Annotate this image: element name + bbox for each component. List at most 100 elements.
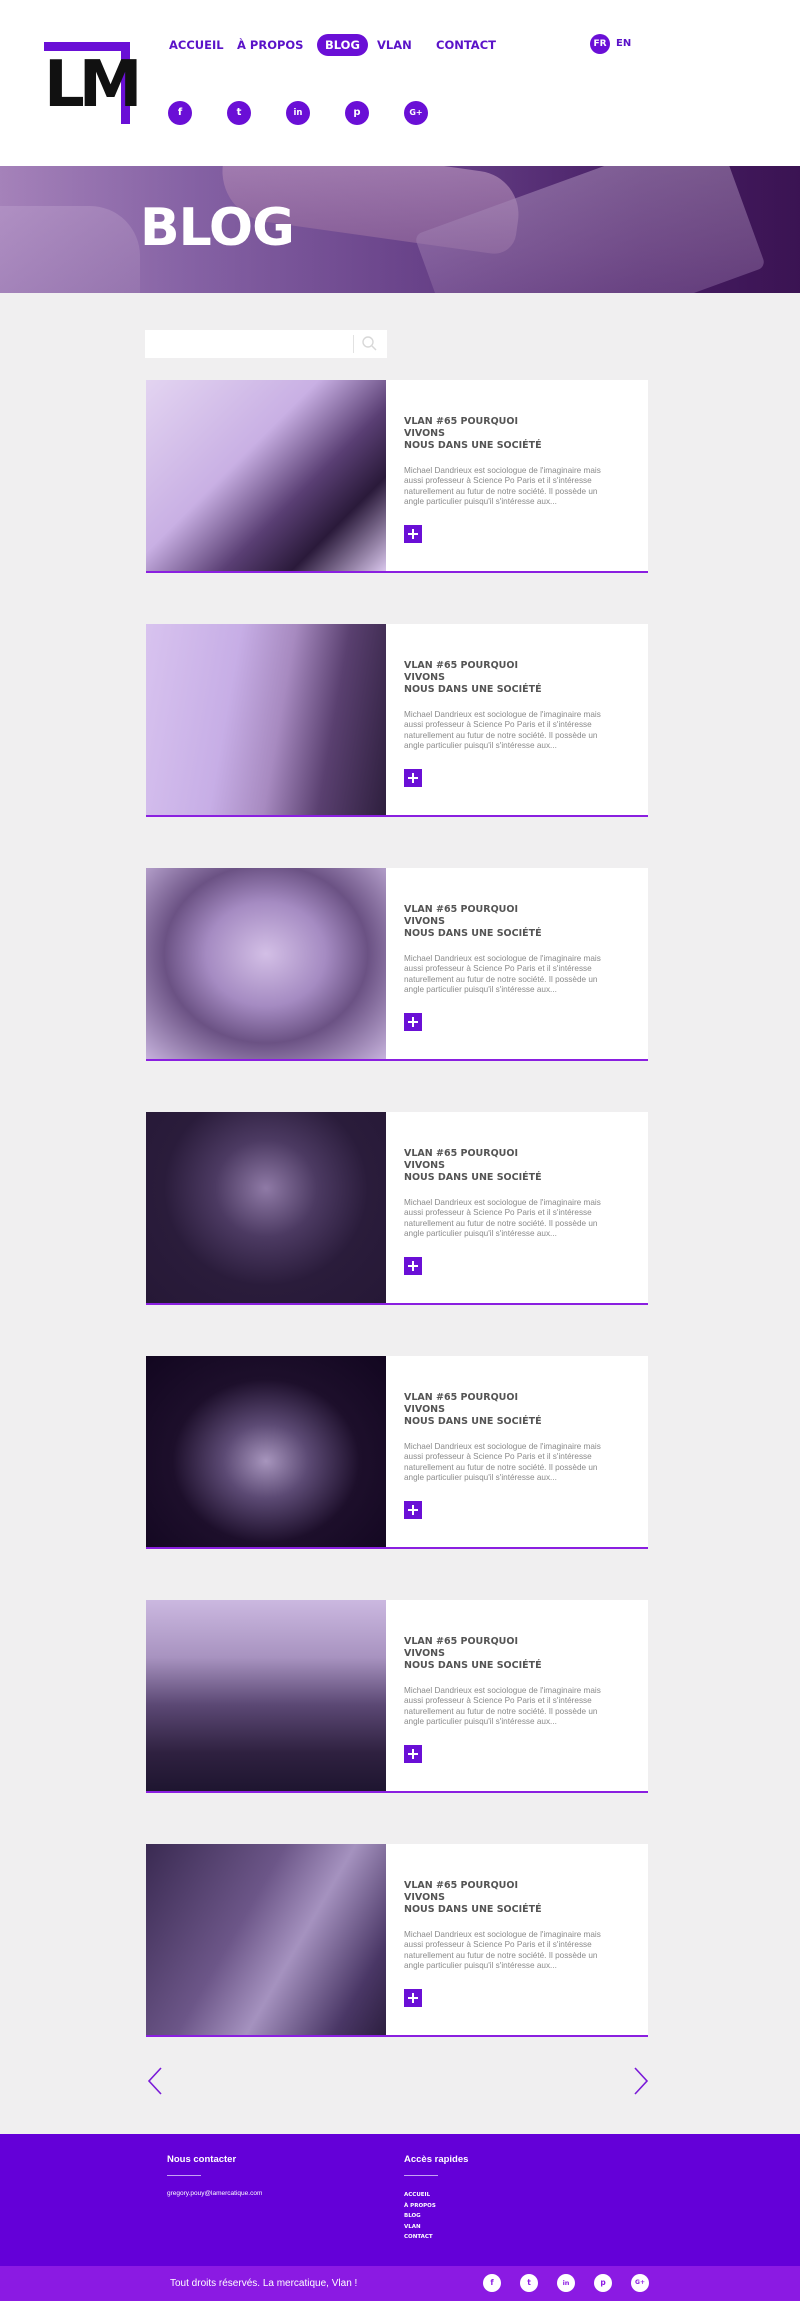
woman-with-glasses-photo[interactable] <box>146 624 386 815</box>
blog-post-card[interactable]: VLAN #65 POURQUOI VIVONS NOUS DANS UNE SOC… <box>146 380 648 573</box>
search-divider <box>353 335 354 353</box>
googleplus-icon[interactable]: G+ <box>631 2274 649 2292</box>
man-with-headphones-photo[interactable] <box>146 380 386 571</box>
blog-post-title-line: NOUS DANS UNE SOCIÉTÉ <box>404 1904 542 1915</box>
logo-text: LM <box>44 48 142 122</box>
blog-post-excerpt: Michael Dandrieux est sociologue de l'im… <box>404 954 601 995</box>
blog-post-excerpt: Michael Dandrieux est sociologue de l'im… <box>404 1686 601 1727</box>
hero-banner: BLOG <box>0 166 800 293</box>
footer-divider <box>404 2175 438 2176</box>
footer-link-accueil[interactable]: ACCUEIL <box>404 2190 468 2201</box>
nav-item-accueil[interactable]: ACCUEIL <box>169 34 224 56</box>
blog-post-title[interactable]: VLAN #65 POURQUOI VIVONS NOUS DANS UNE SOC… <box>404 416 604 452</box>
footer-link-a-propos[interactable]: À PROPOS <box>404 2201 468 2212</box>
blog-post-title-line: VLAN #65 POURQUOI <box>404 1880 518 1891</box>
blog-post-title-line: NOUS DANS UNE SOCIÉTÉ <box>404 1416 542 1427</box>
blog-post-title-line: NOUS DANS UNE SOCIÉTÉ <box>404 1172 542 1183</box>
site-logo[interactable]: LM <box>44 42 142 124</box>
blog-post-text: VLAN #65 POURQUOI VIVONS NOUS DANS UNE SOC… <box>404 1392 604 1484</box>
blog-post-title-line: VIVONS <box>404 1160 445 1171</box>
blog-post-text: VLAN #65 POURQUOI VIVONS NOUS DANS UNE SOC… <box>404 1636 604 1728</box>
man-in-studio-photo[interactable] <box>146 1600 386 1791</box>
search-box[interactable] <box>145 330 387 358</box>
copyright-text: Tout droits réservés. La mercatique, Vla… <box>170 2278 358 2289</box>
young-man-portrait-photo[interactable] <box>146 868 386 1059</box>
next-page-arrow-icon[interactable] <box>630 2066 652 2096</box>
blog-post-card[interactable]: VLAN #65 POURQUOI VIVONS NOUS DANS UNE SOC… <box>146 868 648 1061</box>
woman-portrait-dark-photo[interactable] <box>146 1112 386 1303</box>
read-more-plus-icon[interactable] <box>404 1745 422 1763</box>
previous-page-arrow-icon[interactable] <box>144 2066 166 2096</box>
blog-post-title-line: VIVONS <box>404 916 445 927</box>
footer-link-vlan[interactable]: VLAN <box>404 2222 468 2233</box>
nav-item-vlan[interactable]: VLAN <box>377 34 412 56</box>
blog-post-title-line: VLAN #65 POURQUOI <box>404 660 518 671</box>
blog-post-title[interactable]: VLAN #65 POURQUOI VIVONS NOUS DANS UNE SOC… <box>404 660 604 696</box>
read-more-plus-icon[interactable] <box>404 1989 422 2007</box>
facebook-icon[interactable]: f <box>483 2274 501 2292</box>
blog-post-title-line: VIVONS <box>404 672 445 683</box>
footer-contact: Nous contacter gregory.pouy@lamercatique… <box>167 2154 262 2197</box>
search-icon[interactable] <box>360 334 380 354</box>
twitter-icon[interactable]: t <box>520 2274 538 2292</box>
blog-post-excerpt: Michael Dandrieux est sociologue de l'im… <box>404 466 601 507</box>
footer-quick-links: Accès rapides ACCUEIL À PROPOS BLOG VLAN… <box>404 2154 468 2243</box>
linkedin-icon[interactable]: in <box>286 101 310 125</box>
blog-post-title[interactable]: VLAN #65 POURQUOI VIVONS NOUS DANS UNE SOC… <box>404 1148 604 1184</box>
footer-link-blog[interactable]: BLOG <box>404 2211 468 2222</box>
blog-post-excerpt: Michael Dandrieux est sociologue de l'im… <box>404 1198 601 1239</box>
blog-post-title[interactable]: VLAN #65 POURQUOI VIVONS NOUS DANS UNE SOC… <box>404 1636 604 1672</box>
read-more-plus-icon[interactable] <box>404 1013 422 1031</box>
bearded-man-glasses-photo[interactable] <box>146 1356 386 1547</box>
facebook-icon[interactable]: f <box>168 101 192 125</box>
blog-post-excerpt: Michael Dandrieux est sociologue de l'im… <box>404 1930 601 1971</box>
linkedin-icon[interactable]: in <box>557 2274 575 2292</box>
footer-link-contact[interactable]: CONTACT <box>404 2232 468 2243</box>
lang-fr-button[interactable]: FR <box>590 34 610 54</box>
pinterest-icon[interactable]: p <box>345 101 369 125</box>
blog-post-title[interactable]: VLAN #65 POURQUOI VIVONS NOUS DANS UNE SOC… <box>404 1392 604 1428</box>
blog-post-title-line: VLAN #65 POURQUOI <box>404 1636 518 1647</box>
blog-post-excerpt: Michael Dandrieux est sociologue de l'im… <box>404 1442 601 1483</box>
blog-post-title-line: VLAN #65 POURQUOI <box>404 904 518 915</box>
nav-item-a-propos[interactable]: À PROPOS <box>237 34 303 56</box>
blog-post-text: VLAN #65 POURQUOI VIVONS NOUS DANS UNE SOC… <box>404 1148 604 1240</box>
blog-post-title-line: VIVONS <box>404 1892 445 1903</box>
blog-post-title-line: VIVONS <box>404 428 445 439</box>
blog-post-card[interactable]: VLAN #65 POURQUOI VIVONS NOUS DANS UNE SOC… <box>146 1844 648 2037</box>
footer-divider <box>167 2175 201 2176</box>
site-footer: Nous contacter gregory.pouy@lamercatique… <box>0 2134 800 2266</box>
blog-post-text: VLAN #65 POURQUOI VIVONS NOUS DANS UNE SOC… <box>404 1880 604 1972</box>
nav-item-contact[interactable]: CONTACT <box>436 34 496 56</box>
blog-post-title-line: VLAN #65 POURQUOI <box>404 1148 518 1159</box>
blog-post-text: VLAN #65 POURQUOI VIVONS NOUS DANS UNE SOC… <box>404 904 604 996</box>
blog-post-title-line: NOUS DANS UNE SOCIÉTÉ <box>404 684 542 695</box>
blog-post-title[interactable]: VLAN #65 POURQUOI VIVONS NOUS DANS UNE SOC… <box>404 904 604 940</box>
blog-post-title[interactable]: VLAN #65 POURQUOI VIVONS NOUS DANS UNE SOC… <box>404 1880 604 1916</box>
twitter-icon[interactable]: t <box>227 101 251 125</box>
footer-contact-heading: Nous contacter <box>167 2154 237 2165</box>
googleplus-icon[interactable]: G+ <box>404 101 428 125</box>
site-header: LM ACCUEIL À PROPOS BLOG VLAN CONTACT FR… <box>0 0 800 166</box>
blog-post-text: VLAN #65 POURQUOI VIVONS NOUS DANS UNE SOC… <box>404 660 604 752</box>
blog-post-card[interactable]: VLAN #65 POURQUOI VIVONS NOUS DANS UNE SOC… <box>146 1600 648 1793</box>
nav-item-blog[interactable]: BLOG <box>317 34 368 56</box>
blog-post-title-line: NOUS DANS UNE SOCIÉTÉ <box>404 1660 542 1671</box>
blog-post-title-line: VLAN #65 POURQUOI <box>404 416 518 427</box>
lang-en-button[interactable]: EN <box>616 34 631 54</box>
footer-quick-heading: Accès rapides <box>404 2154 469 2165</box>
pinterest-icon[interactable]: p <box>594 2274 612 2292</box>
footer-email-link[interactable]: gregory.pouy@lamercatique.com <box>167 2190 262 2197</box>
read-more-plus-icon[interactable] <box>404 1257 422 1275</box>
blog-post-title-line: VLAN #65 POURQUOI <box>404 1392 518 1403</box>
blog-post-title-line: NOUS DANS UNE SOCIÉTÉ <box>404 440 542 451</box>
read-more-plus-icon[interactable] <box>404 769 422 787</box>
blog-post-card[interactable]: VLAN #65 POURQUOI VIVONS NOUS DANS UNE SOC… <box>146 1356 648 1549</box>
page-title: BLOG <box>140 198 295 258</box>
hero-overlay <box>0 166 800 293</box>
read-more-plus-icon[interactable] <box>404 525 422 543</box>
blog-post-card[interactable]: VLAN #65 POURQUOI VIVONS NOUS DANS UNE SOC… <box>146 624 648 817</box>
blog-post-card[interactable]: VLAN #65 POURQUOI VIVONS NOUS DANS UNE SOC… <box>146 1112 648 1305</box>
woman-profile-photo[interactable] <box>146 1844 386 2035</box>
read-more-plus-icon[interactable] <box>404 1501 422 1519</box>
